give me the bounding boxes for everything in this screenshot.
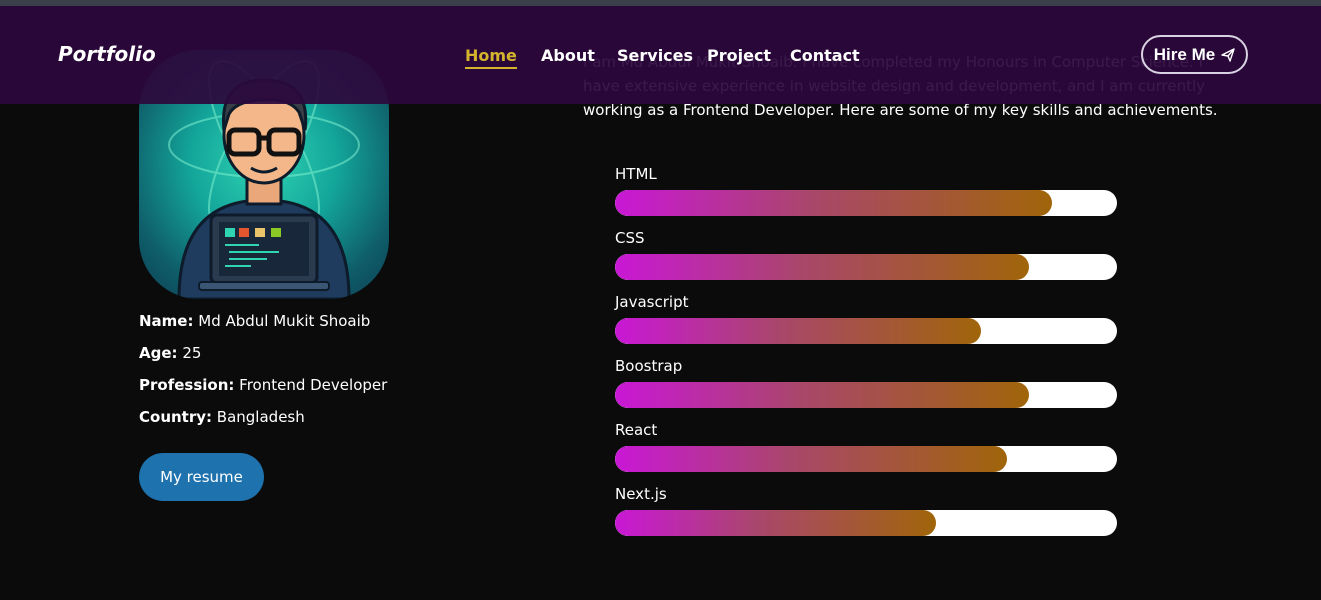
hire-me-button[interactable]: Hire Me bbox=[1141, 35, 1248, 74]
info-profession: Profession: Frontend Developer bbox=[139, 376, 387, 394]
skill-bar-html bbox=[615, 190, 1117, 216]
skill-bar-css bbox=[615, 254, 1117, 280]
skill-fill-html bbox=[615, 190, 1052, 216]
info-value: Md Abdul Mukit Shoaib bbox=[198, 312, 371, 330]
info-name: Name: Md Abdul Mukit Shoaib bbox=[139, 312, 370, 330]
nav-link-services[interactable]: Services bbox=[617, 46, 693, 65]
info-country: Country: Bangladesh bbox=[139, 408, 305, 426]
info-value: Frontend Developer bbox=[239, 376, 388, 394]
skill-fill-css bbox=[615, 254, 1030, 280]
skill-bar-bootstrap bbox=[615, 382, 1117, 408]
info-label: Age: bbox=[139, 344, 178, 362]
send-icon bbox=[1221, 47, 1235, 62]
skill-fill-bootstrap bbox=[615, 382, 1030, 408]
skill-fill-javascript bbox=[615, 318, 982, 344]
resume-button[interactable]: My resume bbox=[139, 453, 264, 501]
info-label: Profession: bbox=[139, 376, 235, 394]
info-label: Country: bbox=[139, 408, 213, 426]
nav-link-project[interactable]: Project bbox=[707, 46, 771, 65]
info-label: Name: bbox=[139, 312, 194, 330]
nav-link-home[interactable]: Home bbox=[465, 46, 517, 69]
skill-bar-react bbox=[615, 446, 1117, 472]
info-value: 25 bbox=[182, 344, 202, 362]
skill-label-css: CSS bbox=[615, 229, 645, 247]
skill-label-nextjs: Next.js bbox=[615, 485, 667, 503]
nav-link-about[interactable]: About bbox=[541, 46, 595, 65]
skill-label-react: React bbox=[615, 421, 658, 439]
info-age: Age: 25 bbox=[139, 344, 201, 362]
navbar: Portfolio Home About Services Project Co… bbox=[0, 6, 1321, 104]
skill-fill-react bbox=[615, 446, 1007, 472]
hire-me-label: Hire Me bbox=[1153, 44, 1216, 64]
logo[interactable]: Portfolio bbox=[58, 42, 156, 66]
skill-fill-nextjs bbox=[615, 510, 937, 536]
info-value: Bangladesh bbox=[216, 408, 305, 426]
skill-label-javascript: Javascript bbox=[615, 293, 689, 311]
skill-label-bootstrap: Boostrap bbox=[615, 357, 683, 375]
nav-link-contact[interactable]: Contact bbox=[790, 46, 860, 65]
skill-bar-javascript bbox=[615, 318, 1117, 344]
skill-label-html: HTML bbox=[615, 165, 657, 183]
skill-bar-nextjs bbox=[615, 510, 1117, 536]
